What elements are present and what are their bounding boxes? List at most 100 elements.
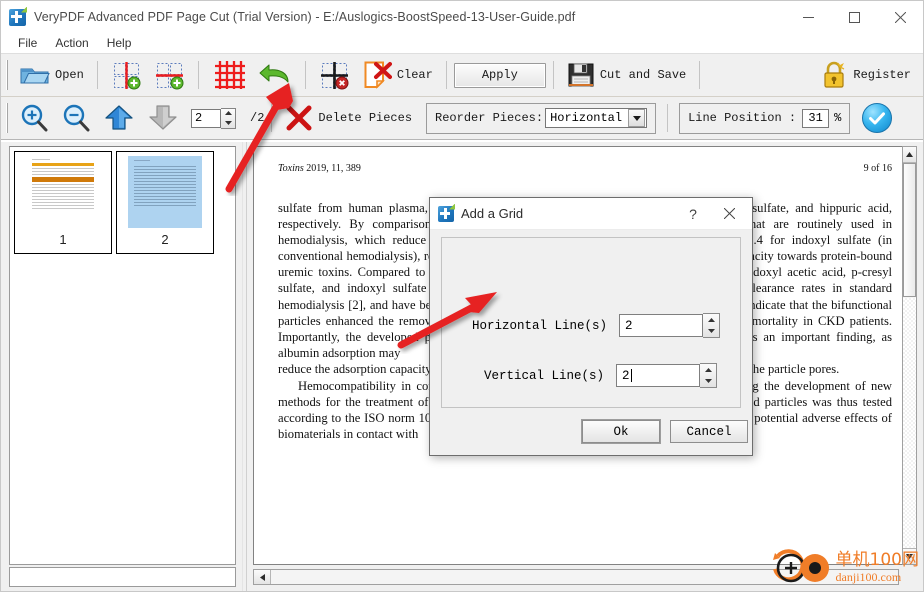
chevron-down-icon[interactable]	[628, 109, 646, 127]
dialog-title: Add a Grid	[461, 206, 524, 221]
vertical-lines-input[interactable]: 2	[616, 364, 701, 387]
toolbar-separator	[304, 61, 306, 89]
delete-line-icon	[320, 61, 349, 89]
watermark-cn-text: 单机100网	[835, 549, 919, 570]
spinner-down-icon[interactable]	[221, 118, 235, 128]
vertical-scrollbar-track[interactable]	[903, 298, 916, 548]
vertical-scrollbar-thumb[interactable]	[903, 163, 916, 297]
menu-file[interactable]: File	[9, 35, 46, 51]
vertical-lines-spinner[interactable]	[700, 363, 718, 388]
toolbar-separator	[667, 104, 669, 132]
horizontal-lines-input[interactable]: 2	[619, 314, 704, 337]
page-up-button[interactable]	[97, 101, 141, 135]
thumbnail-list: 1 2	[9, 146, 236, 565]
scroll-left-arrow-icon[interactable]	[254, 570, 271, 584]
page-indicator: 9 of 16	[863, 163, 892, 174]
window-controls	[785, 1, 923, 33]
delete-pieces-label: Delete Pieces	[318, 111, 413, 125]
dialog-close-button[interactable]	[714, 198, 744, 229]
zoom-out-icon	[63, 104, 90, 132]
vertical-lines-label: Vertical Line(s)	[484, 368, 605, 383]
line-position-label: Line Position :	[688, 111, 797, 125]
title-bar: VeryPDF Advanced PDF Page Cut (Trial Ver…	[1, 1, 923, 33]
page-number-arrows[interactable]	[221, 107, 236, 129]
toolbar-grip[interactable]	[6, 103, 10, 133]
page-down-button[interactable]	[141, 101, 185, 135]
horizontal-lines-label: Horizontal Line(s)	[472, 318, 608, 333]
dialog-cancel-button[interactable]: Cancel	[670, 420, 748, 443]
scroll-up-arrow-icon[interactable]	[903, 147, 916, 163]
delete-line-button[interactable]	[313, 58, 356, 92]
close-button[interactable]	[877, 1, 923, 33]
undo-arrow-icon	[259, 64, 289, 83]
window-title: VeryPDF Advanced PDF Page Cut (Trial Ver…	[34, 10, 576, 24]
spinner-down-icon[interactable]	[700, 376, 716, 388]
register-button[interactable]: Register	[814, 58, 917, 92]
verypdf-app-icon	[9, 6, 27, 26]
reorder-pieces-select[interactable]: Horizontal	[545, 108, 648, 128]
maximize-button[interactable]	[831, 1, 877, 33]
toolbar-grip[interactable]	[6, 60, 10, 90]
main-toolbar: Open Clear Apply Cut and Save Register	[1, 54, 923, 97]
dialog-help-button[interactable]: ?	[678, 198, 708, 229]
menu-bar: File Action Help	[1, 33, 923, 54]
percent-sign-label: %	[834, 111, 842, 125]
toolbar-separator	[552, 61, 554, 89]
cut-and-save-button[interactable]: Cut and Save	[561, 58, 692, 92]
apply-line-position-button[interactable]	[862, 103, 893, 133]
verypdf-app-icon	[438, 203, 455, 222]
undo-button[interactable]	[252, 58, 298, 92]
spinner-up-icon[interactable]	[703, 314, 719, 326]
horizontal-lines-spinner[interactable]	[703, 313, 721, 338]
thumbnail-page-1[interactable]: 1	[14, 151, 112, 254]
page-number-spinner[interactable]: 2 /2	[191, 107, 264, 129]
thumbnail-page-2[interactable]: 2	[116, 151, 214, 254]
clear-page-icon	[364, 61, 392, 89]
toolbar-separator	[96, 61, 98, 89]
add-grid-button[interactable]	[206, 58, 252, 92]
danji100-logo-icon	[772, 549, 829, 583]
zoom-out-button[interactable]	[55, 101, 97, 135]
journal-issue: 2019, 11, 389	[306, 163, 361, 174]
line-position-input[interactable]: 31	[802, 108, 830, 128]
register-label: Register	[853, 68, 911, 82]
menu-help[interactable]: Help	[98, 35, 141, 51]
dialog-title-bar: Add a Grid ?	[430, 198, 752, 230]
reorder-pieces-value: Horizontal	[550, 111, 623, 125]
spinner-up-icon[interactable]	[700, 364, 716, 376]
watermark: 单机100网 danji100.com	[770, 547, 919, 587]
line-position-group: Line Position : 31 %	[679, 102, 851, 134]
dialog-ok-button[interactable]: Ok	[582, 420, 660, 443]
clear-label: Clear	[396, 68, 433, 82]
open-folder-icon	[20, 68, 50, 84]
application-window: VeryPDF Advanced PDF Page Cut (Trial Ver…	[0, 0, 924, 592]
clear-button[interactable]: Clear	[356, 58, 439, 92]
check-icon	[869, 111, 886, 124]
add-grid-icon	[214, 61, 245, 89]
vertical-scrollbar[interactable]	[902, 146, 917, 565]
horizontal-lines-field: Horizontal Line(s) 2	[472, 313, 721, 338]
thumbnail-page-1-label: 1	[59, 232, 67, 247]
zoom-in-button[interactable]	[13, 101, 55, 135]
reorder-pieces-label: Reorder Pieces:	[435, 111, 544, 125]
spinner-up-icon[interactable]	[221, 109, 235, 119]
add-horizontal-line-button[interactable]	[148, 58, 191, 92]
thumbnail-page-2-preview	[128, 156, 202, 228]
spinner-down-icon[interactable]	[703, 326, 719, 338]
thumbnail-page-2-label: 2	[161, 232, 169, 247]
vertical-lines-field: Vertical Line(s) 2	[484, 363, 718, 388]
add-horizontal-line-icon	[155, 62, 184, 89]
open-button[interactable]: Open	[13, 58, 90, 92]
menu-action[interactable]: Action	[46, 35, 97, 51]
red-x-icon	[286, 105, 312, 131]
apply-button[interactable]: Apply	[453, 62, 546, 88]
add-vertical-line-button[interactable]	[105, 58, 148, 92]
page-number-input[interactable]: 2	[191, 108, 221, 128]
thumbnail-page-1-preview	[26, 156, 100, 228]
minimize-button[interactable]	[785, 1, 831, 33]
toolbar-separator	[445, 61, 447, 89]
watermark-en-text: danji100.com	[835, 569, 902, 584]
thumbnail-panel-scrollbar[interactable]	[9, 567, 236, 587]
document-running-head: Toxins 2019, 11, 389 9 of 16	[278, 163, 892, 174]
delete-pieces-button[interactable]: Delete Pieces	[279, 101, 418, 135]
